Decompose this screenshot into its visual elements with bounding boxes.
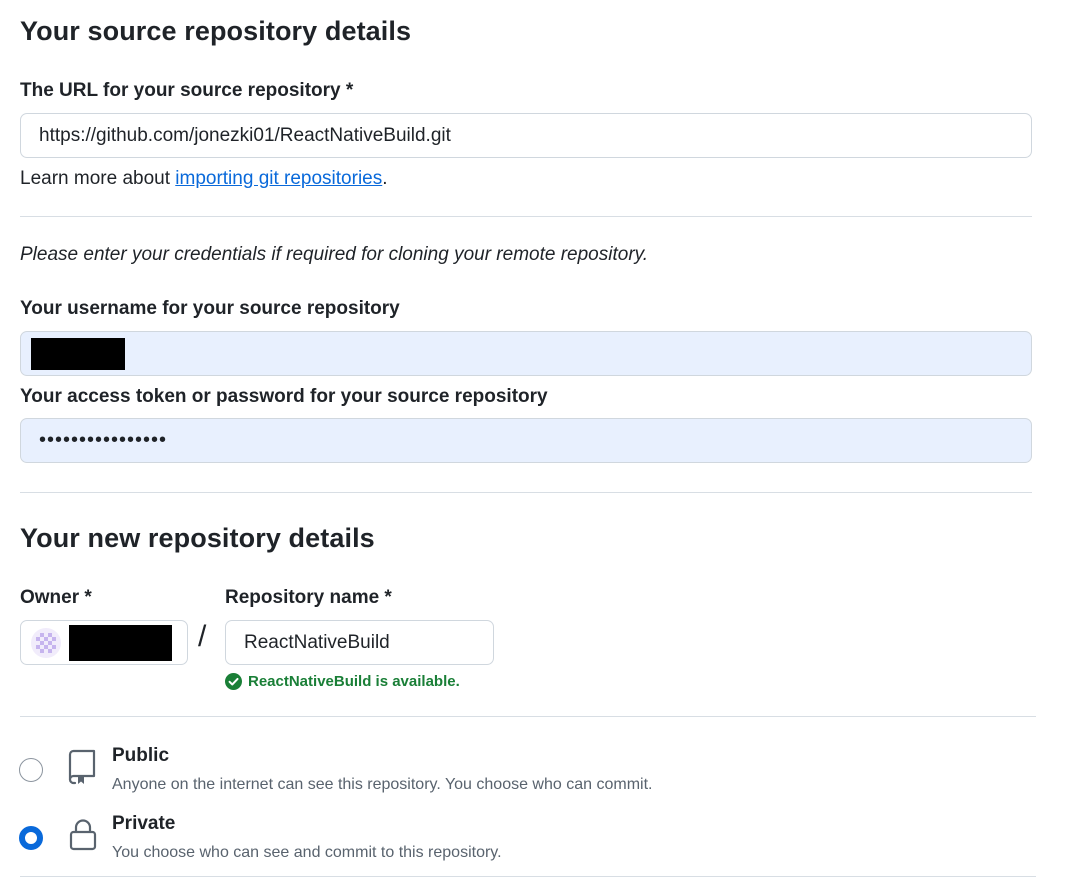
availability-text: ReactNativeBuild is available. — [248, 673, 460, 690]
private-radio[interactable] — [19, 826, 43, 850]
repo-name-value: ReactNativeBuild — [244, 631, 390, 653]
token-label: Your access token or password for your s… — [20, 386, 548, 407]
owner-repo-separator: / — [198, 620, 207, 653]
token-input-value: •••••••••••••••• — [39, 429, 168, 451]
private-description: You choose who can see and commit to thi… — [112, 844, 502, 861]
redacted-username — [31, 337, 125, 370]
repo-name-input[interactable]: ReactNativeBuild — [225, 620, 494, 665]
learn-more-prefix: Learn more about — [20, 168, 176, 189]
username-label: Your username for your source repository — [20, 298, 400, 319]
repo-icon — [68, 749, 96, 785]
divider — [20, 216, 1032, 217]
check-circle-icon — [225, 673, 242, 690]
identicon-avatar-icon — [31, 627, 61, 658]
owner-label: Owner * — [20, 587, 92, 608]
repo-name-label: Repository name * — [225, 587, 392, 608]
importing-git-link[interactable]: importing git repositories — [175, 168, 382, 189]
url-input[interactable]: https://github.com/jonezki01/ReactNative… — [20, 113, 1032, 158]
new-repo-heading: Your new repository details — [20, 523, 375, 553]
divider — [20, 492, 1032, 493]
divider — [20, 716, 1036, 717]
username-input[interactable] — [20, 331, 1032, 376]
redacted-owner — [69, 624, 172, 661]
public-radio[interactable] — [19, 758, 43, 782]
token-input[interactable]: •••••••••••••••• — [20, 418, 1032, 463]
public-description: Anyone on the internet can see this repo… — [112, 776, 653, 793]
private-title[interactable]: Private — [112, 813, 175, 835]
url-input-value: https://github.com/jonezki01/ReactNative… — [39, 124, 451, 146]
owner-select[interactable] — [20, 620, 188, 665]
availability-message: ReactNativeBuild is available. — [225, 673, 460, 690]
source-heading: Your source repository details — [20, 16, 412, 46]
divider — [20, 876, 1036, 877]
lock-icon — [69, 819, 97, 851]
url-label: The URL for your source repository * — [20, 80, 354, 101]
learn-more-suffix: . — [382, 168, 388, 189]
learn-more-text: Learn more about importing git repositor… — [20, 168, 388, 190]
credentials-note: Please enter your credentials if require… — [20, 244, 649, 265]
public-title[interactable]: Public — [112, 745, 169, 767]
